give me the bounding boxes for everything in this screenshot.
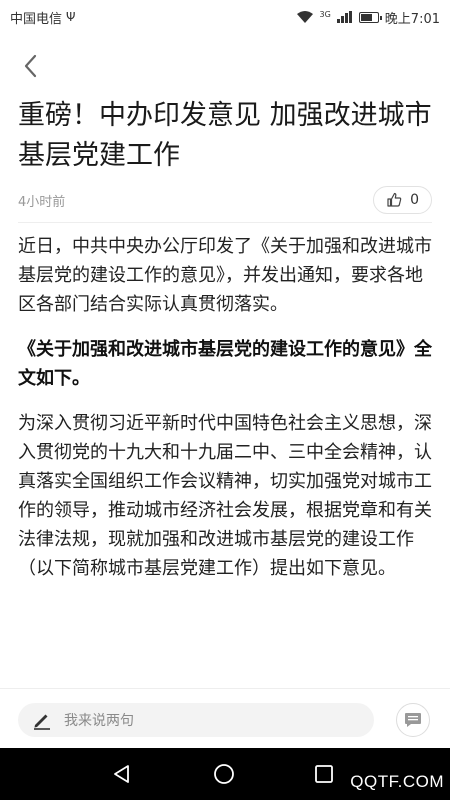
comment-button[interactable] [396, 703, 430, 737]
comment-icon [405, 713, 421, 727]
paragraph: 为深入贯彻习近平新时代中国特色社会主义思想，深入贯彻党的十九大和十九届二中、三中… [18, 413, 432, 579]
wifi-icon [296, 10, 314, 24]
network-type-label: 3G [319, 9, 331, 19]
divider [18, 222, 432, 223]
square-recent-icon [315, 765, 333, 783]
article-body: 近日，中共中央办公厅印发了《关于加强和改进城市基层党的建设工作的意见》，并发出通… [18, 232, 434, 599]
triangle-back-icon [114, 765, 129, 783]
watermark: QQTF.COM [350, 772, 444, 791]
system-nav-bar: QQTF.COM [0, 748, 450, 800]
like-button[interactable]: 0 [373, 186, 432, 214]
nav-back-button[interactable] [112, 764, 132, 788]
paragraph-bold: 《关于加强和改进城市基层党的建设工作的意见》全文如下。 [18, 339, 432, 389]
status-left: 中国电信 Ψ [10, 8, 75, 27]
article-title: 重磅！中办印发意见 加强改进城市基层党建工作 [18, 100, 432, 171]
battery-icon [358, 11, 382, 23]
thumbs-up-icon [387, 192, 402, 207]
signal-icon [336, 11, 353, 23]
comment-bar: 我来说两句 [0, 688, 450, 748]
clock-label: 晚上7:01 [384, 11, 440, 27]
nav-home-button[interactable] [213, 763, 235, 789]
article-meta: 4小时前 0 [18, 180, 432, 220]
header [0, 34, 450, 96]
usb-icon: Ψ [66, 10, 76, 24]
paragraph: 近日，中共中央办公厅印发了《关于加强和改进城市基层党的建设工作的意见》，并发出通… [18, 236, 432, 315]
back-button[interactable] [14, 48, 46, 84]
status-right: 3G 晚上7:01 [296, 8, 440, 27]
status-bar: 中国电信 Ψ 3G 晚上7:01 [0, 0, 450, 34]
chevron-left-icon [24, 54, 37, 78]
nav-recent-button[interactable] [314, 764, 334, 788]
like-count: 0 [410, 192, 419, 208]
publish-time: 4小时前 [18, 194, 66, 210]
carrier-label: 中国电信 [10, 11, 63, 27]
pencil-icon [34, 714, 50, 730]
comment-input[interactable]: 我来说两句 [18, 703, 374, 737]
circle-home-icon [214, 764, 234, 784]
comment-placeholder: 我来说两句 [64, 713, 134, 729]
battery-fill [360, 13, 373, 21]
